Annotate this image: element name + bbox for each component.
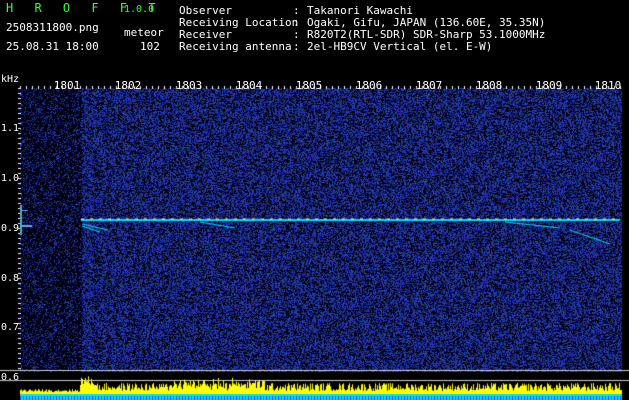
category-label: meteor bbox=[124, 26, 164, 39]
date-time: 25.08.31 18:00 bbox=[6, 40, 99, 53]
x-tick-label: 1805 bbox=[295, 79, 323, 92]
y-tick-label: 0.6 bbox=[1, 372, 20, 383]
colon: : bbox=[293, 40, 300, 53]
x-tick-label: 1806 bbox=[355, 79, 383, 92]
spectrogram-canvas bbox=[0, 0, 629, 400]
y-tick-label: 0.8 bbox=[1, 273, 20, 284]
x-tick-label: 1810 bbox=[594, 79, 622, 92]
x-tick-label: 1802 bbox=[114, 79, 142, 92]
y-tick-label: 0.7 bbox=[1, 322, 20, 333]
y-tick-label: 1.1 bbox=[1, 123, 20, 134]
x-tick-label: 1809 bbox=[535, 79, 563, 92]
event-count: 102 bbox=[140, 40, 160, 53]
antenna-label: Receiving antenna bbox=[179, 40, 292, 53]
x-tick-label: 1801 bbox=[53, 79, 81, 92]
app-version: 1.0.0 bbox=[124, 4, 155, 15]
y-unit-label: kHz bbox=[1, 74, 20, 85]
file-name: 2508311800.png bbox=[6, 21, 99, 34]
y-tick-label: 1.0 bbox=[1, 173, 20, 184]
y-tick-label: 0.9 bbox=[1, 223, 20, 234]
x-tick-label: 1807 bbox=[415, 79, 443, 92]
x-tick-label: 1804 bbox=[235, 79, 263, 92]
x-tick-label: 1808 bbox=[475, 79, 503, 92]
antenna-value: 2el-HB9CV Vertical (el. E-W) bbox=[307, 40, 493, 53]
x-tick-label: 1803 bbox=[175, 79, 203, 92]
